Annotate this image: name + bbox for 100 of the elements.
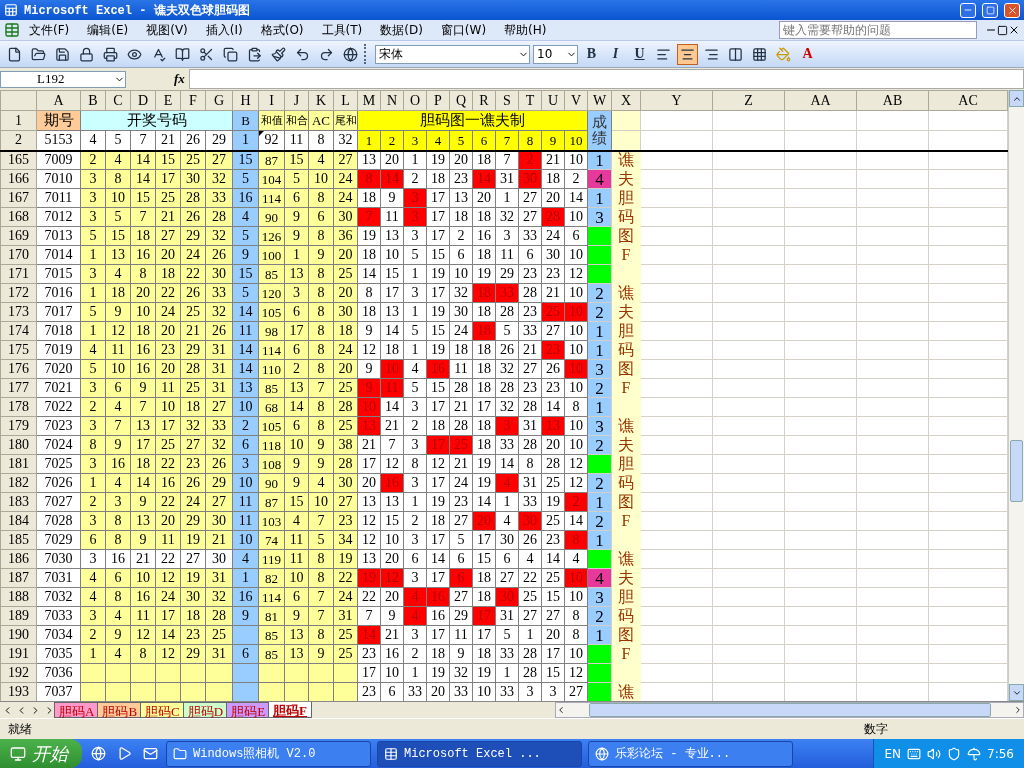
name-box[interactable]: L192 [0, 70, 126, 88]
column-header[interactable]: AA [784, 90, 857, 111]
book-icon [175, 46, 190, 62]
close-icon [1008, 24, 1020, 36]
formula-field[interactable] [188, 69, 1024, 89]
globe-icon [343, 46, 358, 62]
font-color-button[interactable]: A [797, 43, 818, 65]
menu-item[interactable]: 编辑(E) [78, 21, 138, 39]
taskbar-button[interactable]: 乐彩论坛 - 专业... [588, 740, 793, 767]
vertical-scrollbar[interactable] [1008, 90, 1024, 701]
column-header[interactable]: Q [449, 90, 473, 111]
column-header[interactable]: V [564, 90, 588, 111]
spreadsheet-icon [384, 746, 398, 761]
column-header[interactable]: U [541, 90, 565, 111]
column-header[interactable]: J [284, 90, 309, 111]
column-header[interactable]: L [333, 90, 358, 111]
sheet-tab[interactable]: 胆码D [182, 702, 229, 718]
format-button[interactable]: U [629, 43, 650, 65]
column-header[interactable]: Y [640, 90, 713, 111]
mail-icon [142, 746, 158, 761]
column-header[interactable]: I [258, 90, 285, 111]
column-header[interactable]: X [611, 90, 641, 111]
scroll-thumb[interactable] [588, 703, 991, 717]
column-header[interactable]: M [357, 90, 381, 111]
sheet-tab[interactable]: 胆码F [268, 702, 313, 718]
maximize-icon [985, 5, 995, 15]
sheet-tab[interactable]: 胆码C [140, 702, 185, 718]
new-file-icon [7, 46, 22, 62]
font-size-select[interactable]: 10 [533, 44, 578, 64]
column-header[interactable]: H [232, 90, 259, 111]
function-label[interactable]: fx [174, 71, 185, 87]
format-button[interactable]: B [581, 43, 602, 65]
row-header[interactable]: 1 [0, 110, 37, 131]
cut-icon [199, 46, 214, 62]
align-center-icon [680, 46, 695, 62]
brush-icon [271, 46, 286, 62]
menu-item[interactable]: 帮助(H) [495, 21, 556, 39]
redo-icon [319, 46, 334, 62]
menu-item[interactable]: 插入(I) [196, 21, 252, 39]
format-button[interactable]: I [605, 43, 626, 65]
align-right-icon [704, 46, 719, 62]
menu-item[interactable]: 窗口(W) [431, 21, 496, 39]
column-header[interactable]: G [205, 90, 233, 111]
column-header[interactable]: O [403, 90, 427, 111]
menu-item[interactable]: 视图(V) [137, 21, 197, 39]
menu-item[interactable]: 格式(O) [251, 21, 313, 39]
paste-icon [247, 46, 262, 62]
merge-icon [728, 46, 743, 62]
column-header[interactable]: AB [856, 90, 929, 111]
volume-icon[interactable] [927, 746, 942, 761]
folder-icon [173, 746, 187, 761]
column-header[interactable]: E [155, 90, 181, 111]
column-header[interactable]: P [426, 90, 450, 111]
column-header[interactable]: AC [928, 90, 1008, 111]
column-header[interactable]: F [180, 90, 206, 111]
clock: 7:56 [987, 746, 1014, 761]
restore-icon [997, 24, 1008, 36]
font-select[interactable]: 宋体 [375, 44, 530, 64]
borders-icon [752, 46, 767, 62]
status-text: 就绪 [8, 720, 32, 738]
column-header[interactable]: C [105, 90, 131, 111]
column-header[interactable]: T [518, 90, 542, 111]
maximize-button[interactable] [982, 2, 998, 18]
column-header[interactable]: K [308, 90, 334, 111]
spreadsheet-icon [4, 3, 18, 17]
column-header[interactable]: B [80, 90, 106, 111]
window-title: Microsoft Excel - 谯夫双色球胆码图 [24, 2, 250, 19]
umbrella-icon[interactable] [967, 746, 982, 761]
open-folder-icon [31, 46, 46, 62]
scroll-thumb[interactable] [1010, 440, 1023, 502]
column-header[interactable]: D [130, 90, 156, 111]
taskbar-button[interactable]: Microsoft Excel ... [377, 740, 582, 767]
close-icon [1006, 4, 1018, 16]
column-header[interactable]: N [380, 90, 404, 111]
keyboard-icon[interactable] [907, 746, 922, 761]
menu-item[interactable]: 工具(T) [312, 21, 372, 39]
taskbar-button[interactable]: Windows照相机 V2.0 [166, 740, 371, 767]
column-header[interactable]: R [472, 90, 496, 111]
help-search-field[interactable]: 键入需要帮助的问题 [779, 21, 977, 39]
menu-item[interactable]: 文件(F) [20, 21, 79, 39]
column-header[interactable]: W [587, 90, 612, 111]
horizontal-scrollbar[interactable] [555, 702, 1024, 718]
column-header[interactable]: Z [712, 90, 785, 111]
sheet-tab[interactable]: 胆码B [97, 702, 143, 718]
align-center-button[interactable] [677, 43, 698, 65]
column-header[interactable]: A [36, 90, 81, 111]
comment-marker-icon [259, 131, 264, 136]
align-left-icon [656, 46, 671, 62]
menu-item[interactable]: 数据(D) [371, 21, 432, 39]
spreadsheet-icon [4, 22, 20, 38]
spelling-icon [151, 46, 166, 62]
undo-icon [295, 46, 310, 62]
save-icon [55, 46, 70, 62]
column-header[interactable]: S [495, 90, 519, 111]
close-button[interactable] [1004, 2, 1020, 18]
shield-icon[interactable] [947, 746, 962, 761]
print-icon [103, 46, 118, 62]
minimize-button[interactable] [960, 2, 976, 18]
row-header[interactable]: 2 [0, 130, 37, 151]
copy-icon [223, 46, 238, 62]
